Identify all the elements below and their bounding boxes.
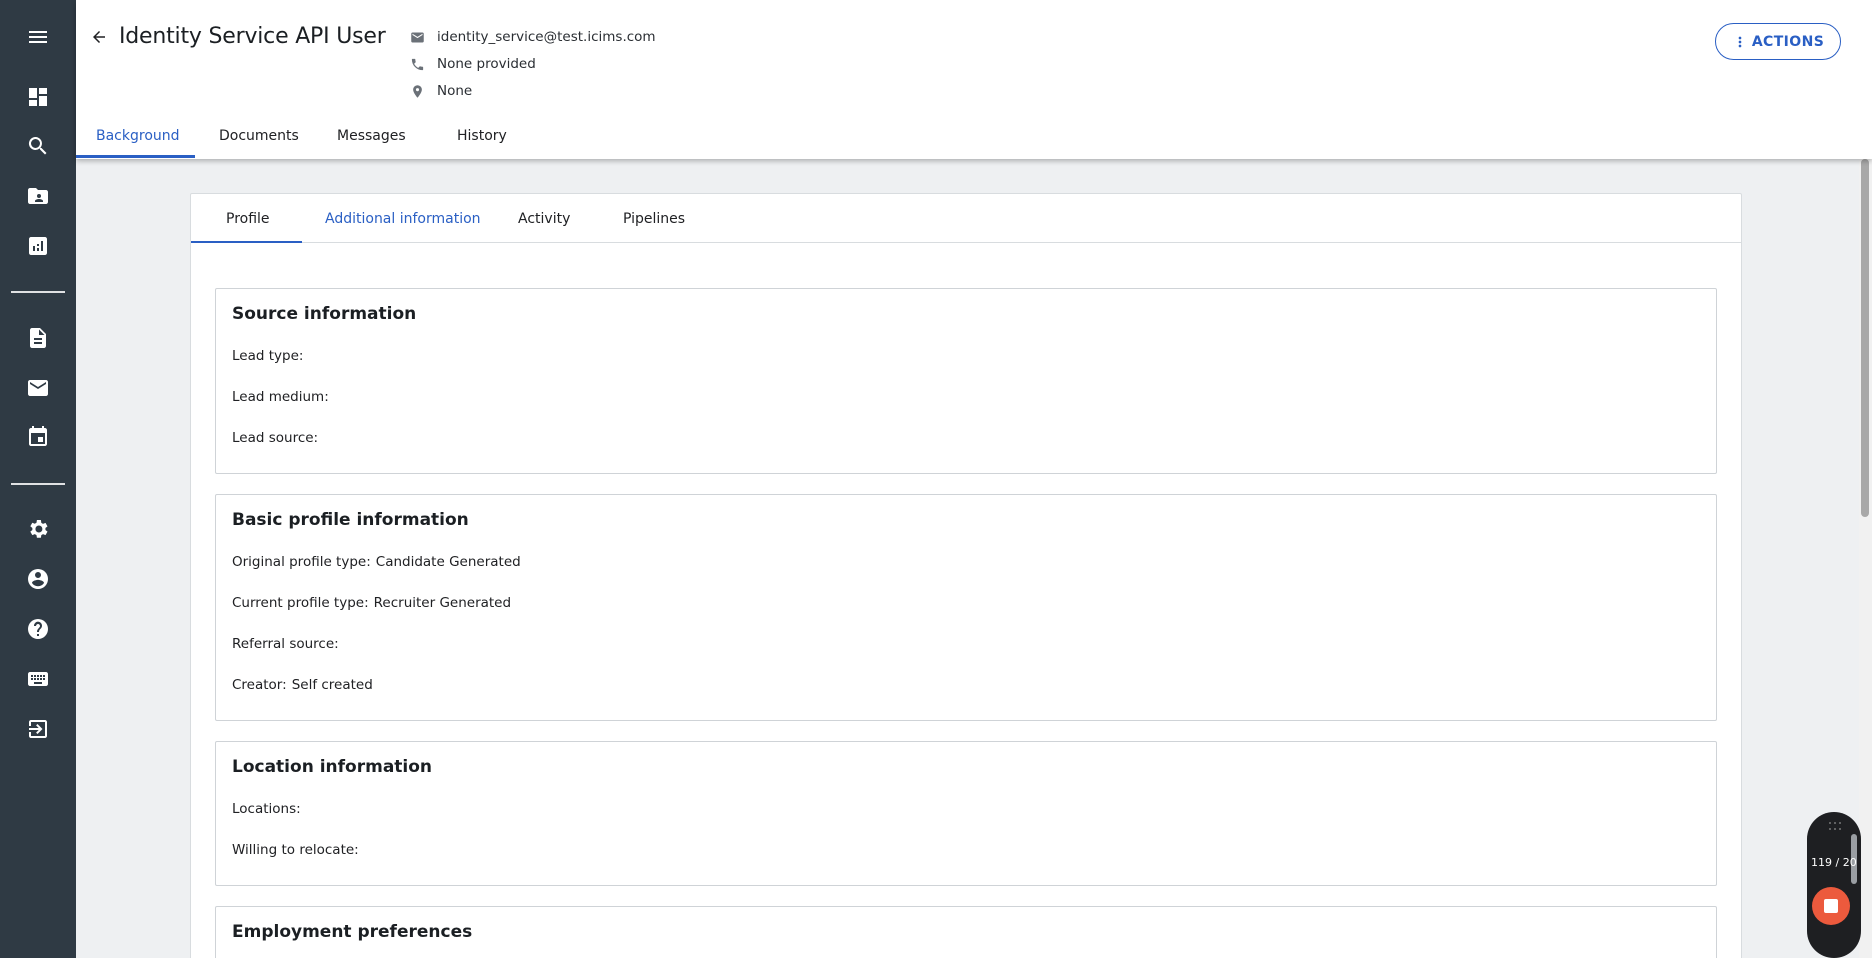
account-icon[interactable] xyxy=(0,559,76,599)
location-row: None xyxy=(410,83,472,99)
contacts-folder-icon[interactable] xyxy=(0,176,76,216)
current-profile-type-field: Current profile type: Recruiter Generated xyxy=(232,595,511,611)
lead-type-field: Lead type: xyxy=(232,348,308,364)
menu-icon[interactable] xyxy=(0,17,76,57)
field-label: Locations: xyxy=(232,801,301,817)
reports-icon[interactable] xyxy=(0,226,76,266)
calendar-icon[interactable] xyxy=(0,417,76,457)
back-arrow-icon[interactable] xyxy=(88,26,110,48)
location-information-section: Location information Locations: Willing … xyxy=(215,741,1717,886)
creator-field: Creator: Self created xyxy=(232,677,373,693)
subtab-additional-information[interactable]: Additional information xyxy=(325,211,481,227)
active-subtab-indicator xyxy=(191,241,302,243)
subtab-profile[interactable]: Profile xyxy=(226,211,270,227)
mail-icon[interactable] xyxy=(0,368,76,408)
section-title: Basic profile information xyxy=(232,510,469,530)
page-scrollbar-thumb[interactable] xyxy=(1861,159,1869,517)
subtab-bar: Profile Additional information Activity … xyxy=(191,194,1741,243)
stop-icon xyxy=(1824,899,1838,913)
referral-source-field: Referral source: xyxy=(232,636,344,652)
section-title: Employment preferences xyxy=(232,922,473,942)
stop-recording-button[interactable] xyxy=(1812,887,1850,925)
phone-value: None provided xyxy=(437,56,536,72)
original-profile-type-field: Original profile type: Candidate Generate… xyxy=(232,554,521,570)
employment-preferences-section: Employment preferences xyxy=(215,906,1717,958)
widget-counter: 119 / 20 xyxy=(1811,856,1857,869)
document-icon[interactable] xyxy=(0,318,76,358)
locations-field: Locations: xyxy=(232,801,306,817)
email-row: identity_service@test.icims.com xyxy=(410,29,656,45)
phone-icon xyxy=(411,58,424,70)
rail-divider xyxy=(11,483,65,485)
more-vertical-icon xyxy=(1738,36,1742,47)
active-tab-indicator xyxy=(76,155,195,158)
tab-messages[interactable]: Messages xyxy=(337,128,406,144)
tab-background[interactable]: Background xyxy=(96,128,180,144)
field-value: Self created xyxy=(291,677,373,693)
actions-label: ACTIONS xyxy=(1751,33,1825,50)
location-value: None xyxy=(437,83,473,99)
tab-documents[interactable]: Documents xyxy=(219,128,299,144)
field-value: Candidate Generated xyxy=(375,554,521,570)
field-label: Creator: xyxy=(232,677,287,693)
search-icon[interactable] xyxy=(0,126,76,166)
section-title: Location information xyxy=(232,757,433,777)
basic-profile-information-section: Basic profile information Original profi… xyxy=(215,494,1717,721)
subtab-pipelines[interactable]: Pipelines xyxy=(623,211,685,227)
field-label: Lead medium: xyxy=(232,389,329,405)
location-pin-icon xyxy=(413,84,422,98)
phone-row: None provided xyxy=(410,56,536,72)
subtab-activity[interactable]: Activity xyxy=(518,211,570,227)
source-information-section: Source information Lead type: Lead mediu… xyxy=(215,288,1717,474)
recording-widget: 119 / 20 xyxy=(1807,812,1861,958)
settings-icon[interactable] xyxy=(0,509,76,549)
field-label: Current profile type: xyxy=(232,595,369,611)
field-value: Recruiter Generated xyxy=(373,595,512,611)
email-value[interactable]: identity_service@test.icims.com xyxy=(437,29,656,45)
section-title: Source information xyxy=(232,304,417,324)
field-label: Referral source: xyxy=(232,636,339,652)
tab-history[interactable]: History xyxy=(457,128,507,144)
field-label: Lead source: xyxy=(232,430,319,446)
willing-to-relocate-field: Willing to relocate: xyxy=(232,842,364,858)
field-label: Willing to relocate: xyxy=(232,842,359,858)
actions-button[interactable]: ACTIONS xyxy=(1715,23,1841,60)
dashboard-icon[interactable] xyxy=(0,77,76,117)
help-icon[interactable] xyxy=(0,609,76,649)
email-icon xyxy=(411,32,424,42)
field-label: Original profile type: xyxy=(232,554,371,570)
lead-medium-field: Lead medium: xyxy=(232,389,334,405)
logout-icon[interactable] xyxy=(0,709,76,749)
drag-handle-icon[interactable] xyxy=(1829,822,1843,832)
rail-divider xyxy=(11,291,65,293)
field-label: Lead type: xyxy=(232,348,304,364)
keyboard-icon[interactable] xyxy=(0,659,76,699)
page-title: Identity Service API User xyxy=(119,24,386,49)
profile-header: Identity Service API User identity_servi… xyxy=(76,0,1872,159)
lead-source-field: Lead source: xyxy=(232,430,323,446)
left-nav-rail xyxy=(0,0,76,958)
profile-card: Profile Additional information Activity … xyxy=(190,193,1742,958)
